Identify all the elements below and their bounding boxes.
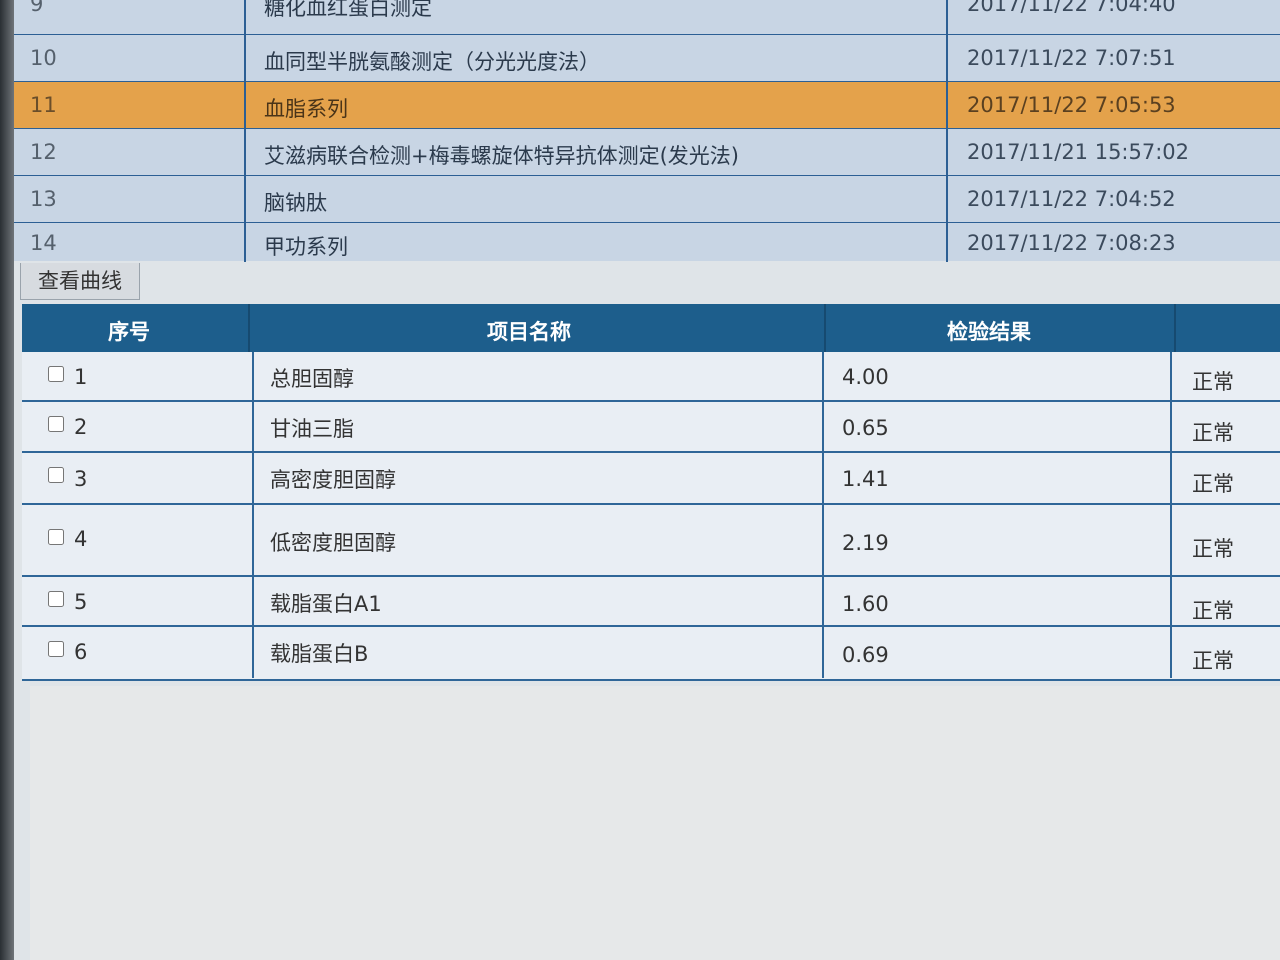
row-result-value: 1.41 xyxy=(842,467,889,491)
list-item[interactable]: 12 艾滋病联合检测+梅毒螺旋体特异抗体测定(发光法) 2017/11/21 1… xyxy=(14,129,1280,176)
column-divider xyxy=(1170,352,1172,678)
item-date: 2017/11/22 7:04:40 xyxy=(967,0,1176,16)
row-item-name: 总胆固醇 xyxy=(270,367,354,391)
item-date: 2017/11/21 15:57:02 xyxy=(967,140,1190,164)
item-number: 9 xyxy=(30,0,44,16)
row-item-name: 高密度胆固醇 xyxy=(270,468,396,492)
screen: 9 糖化血红蛋白测定 2017/11/22 7:04:40 10 血同型半胱氨酸… xyxy=(0,0,1280,960)
item-number: 11 xyxy=(30,93,57,117)
row-checkbox[interactable] xyxy=(48,467,64,483)
item-name: 血同型半胱氨酸测定（分光光度法） xyxy=(264,50,600,74)
table-header: 序号 项目名称 检验结果 xyxy=(22,304,1280,352)
header-divider xyxy=(824,304,826,352)
row-number: 2 xyxy=(74,415,88,439)
row-result-value: 0.69 xyxy=(842,643,889,667)
row-status: 正常 xyxy=(1192,649,1234,673)
item-number: 10 xyxy=(30,46,57,70)
row-result-value: 2.19 xyxy=(842,531,889,555)
list-item[interactable]: 13 脑钠肽 2017/11/22 7:04:52 xyxy=(14,176,1280,223)
header-divider xyxy=(1174,304,1176,352)
item-date: 2017/11/22 7:07:51 xyxy=(967,46,1176,70)
row-number: 3 xyxy=(74,467,88,491)
row-status: 正常 xyxy=(1192,472,1234,496)
row-status: 正常 xyxy=(1192,537,1234,561)
item-name: 脑钠肽 xyxy=(264,191,327,215)
column-divider xyxy=(244,0,246,262)
view-curve-button[interactable]: 查看曲线 xyxy=(20,263,140,300)
row-item-name: 载脂蛋白B xyxy=(270,642,369,666)
table-row[interactable]: 4 低密度胆固醇 2.19 正常 xyxy=(22,505,1280,577)
row-result-value: 0.65 xyxy=(842,416,889,440)
row-checkbox[interactable] xyxy=(48,529,64,545)
row-checkbox[interactable] xyxy=(48,641,64,657)
table-row[interactable]: 1 总胆固醇 4.00 正常 xyxy=(22,352,1280,402)
list-item[interactable]: 9 糖化血红蛋白测定 2017/11/22 7:04:40 xyxy=(14,0,1280,35)
column-divider xyxy=(252,352,254,678)
header-number: 序号 xyxy=(108,320,150,344)
row-result-value: 1.60 xyxy=(842,592,889,616)
row-item-name: 载脂蛋白A1 xyxy=(270,592,382,616)
table-row[interactable]: 5 载脂蛋白A1 1.60 正常 xyxy=(22,577,1280,627)
table-row[interactable]: 6 载脂蛋白B 0.69 正常 xyxy=(22,627,1280,681)
header-divider xyxy=(248,304,250,352)
row-checkbox[interactable] xyxy=(48,591,64,607)
header-item-name: 项目名称 xyxy=(487,320,571,344)
column-divider xyxy=(822,352,824,678)
row-status: 正常 xyxy=(1192,370,1234,394)
monitor-bezel xyxy=(0,0,14,960)
item-date: 2017/11/22 7:08:23 xyxy=(967,231,1176,255)
list-item[interactable]: 14 甲功系列 2017/11/22 7:08:23 xyxy=(14,223,1280,261)
row-number: 4 xyxy=(74,527,88,551)
table-row[interactable]: 2 甘油三脂 0.65 正常 xyxy=(22,402,1280,453)
item-name: 艾滋病联合检测+梅毒螺旋体特异抗体测定(发光法) xyxy=(264,144,739,168)
row-number: 5 xyxy=(74,590,88,614)
row-status: 正常 xyxy=(1192,599,1234,623)
row-result-value: 4.00 xyxy=(842,365,889,389)
row-number: 6 xyxy=(74,640,88,664)
item-number: 14 xyxy=(30,231,57,255)
row-item-name: 低密度胆固醇 xyxy=(270,531,396,555)
table-row[interactable]: 3 高密度胆固醇 1.41 正常 xyxy=(22,453,1280,505)
row-item-name: 甘油三脂 xyxy=(270,417,354,441)
results-table: 序号 项目名称 检验结果 1 总胆固醇 4.00 正常 2 甘油三脂 0.65 … xyxy=(22,304,1280,681)
item-name: 甲功系列 xyxy=(264,235,348,259)
item-date: 2017/11/22 7:04:52 xyxy=(967,187,1176,211)
item-date: 2017/11/22 7:05:53 xyxy=(967,93,1176,117)
header-result: 检验结果 xyxy=(947,320,1031,344)
row-number: 1 xyxy=(74,365,88,389)
item-number: 12 xyxy=(30,140,57,164)
row-checkbox[interactable] xyxy=(48,416,64,432)
item-name: 糖化血红蛋白测定 xyxy=(264,0,432,20)
item-number: 13 xyxy=(30,187,57,211)
list-item-selected[interactable]: 11 血脂系列 2017/11/22 7:05:53 xyxy=(14,82,1280,129)
test-list: 9 糖化血红蛋白测定 2017/11/22 7:04:40 10 血同型半胱氨酸… xyxy=(14,0,1280,262)
list-item[interactable]: 10 血同型半胱氨酸测定（分光光度法） 2017/11/22 7:07:51 xyxy=(14,35,1280,82)
empty-area xyxy=(30,686,1280,960)
row-checkbox[interactable] xyxy=(48,366,64,382)
item-name: 血脂系列 xyxy=(264,97,348,121)
row-status: 正常 xyxy=(1192,421,1234,445)
column-divider xyxy=(946,0,948,262)
